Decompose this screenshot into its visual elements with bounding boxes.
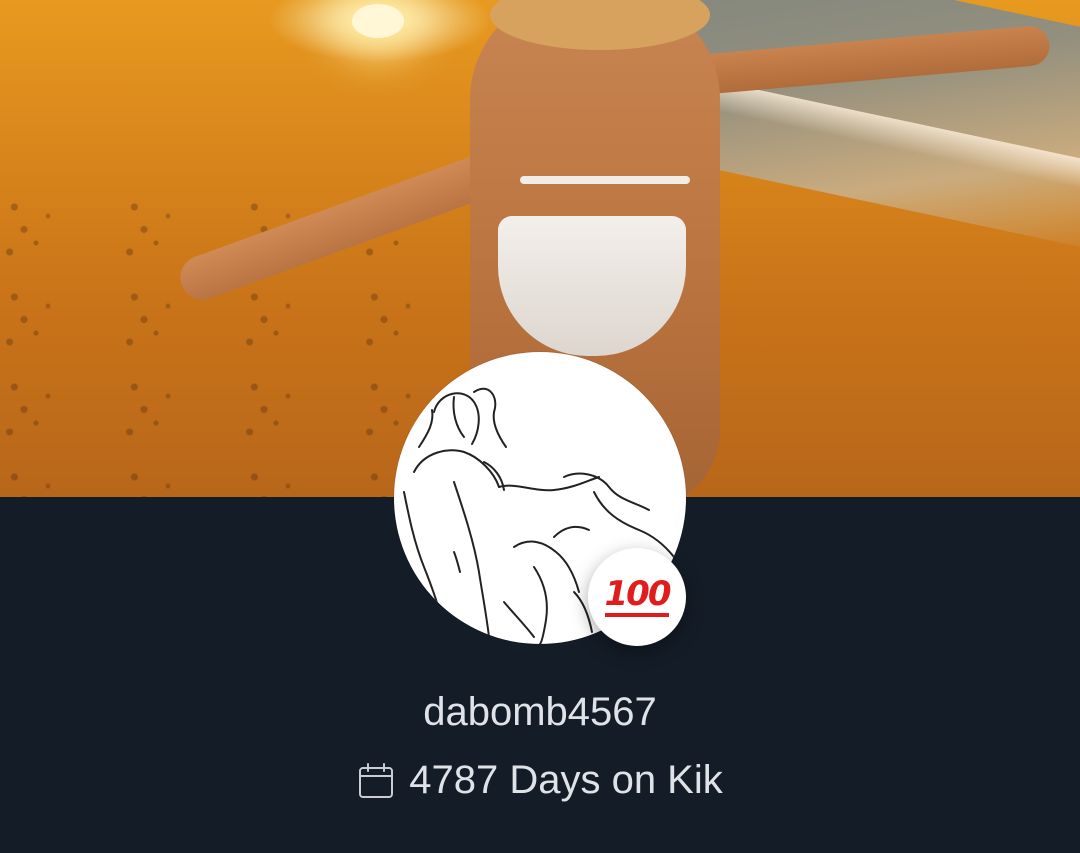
sun xyxy=(352,4,404,38)
swimsuit-top-strap xyxy=(520,176,690,184)
hundred-points-emoji: 100 xyxy=(604,577,671,617)
days-on-kik-row: 4787 Days on Kik xyxy=(0,758,1080,803)
calendar-icon xyxy=(359,762,394,798)
hundred-points-emoji-badge[interactable]: 100 xyxy=(588,548,686,646)
username: dabomb4567 xyxy=(423,690,657,734)
days-on-kik-label: 4787 Days on Kik xyxy=(409,758,723,802)
profile-screen: 100 dabomb4567 4787 Days on Kik xyxy=(0,0,1080,853)
